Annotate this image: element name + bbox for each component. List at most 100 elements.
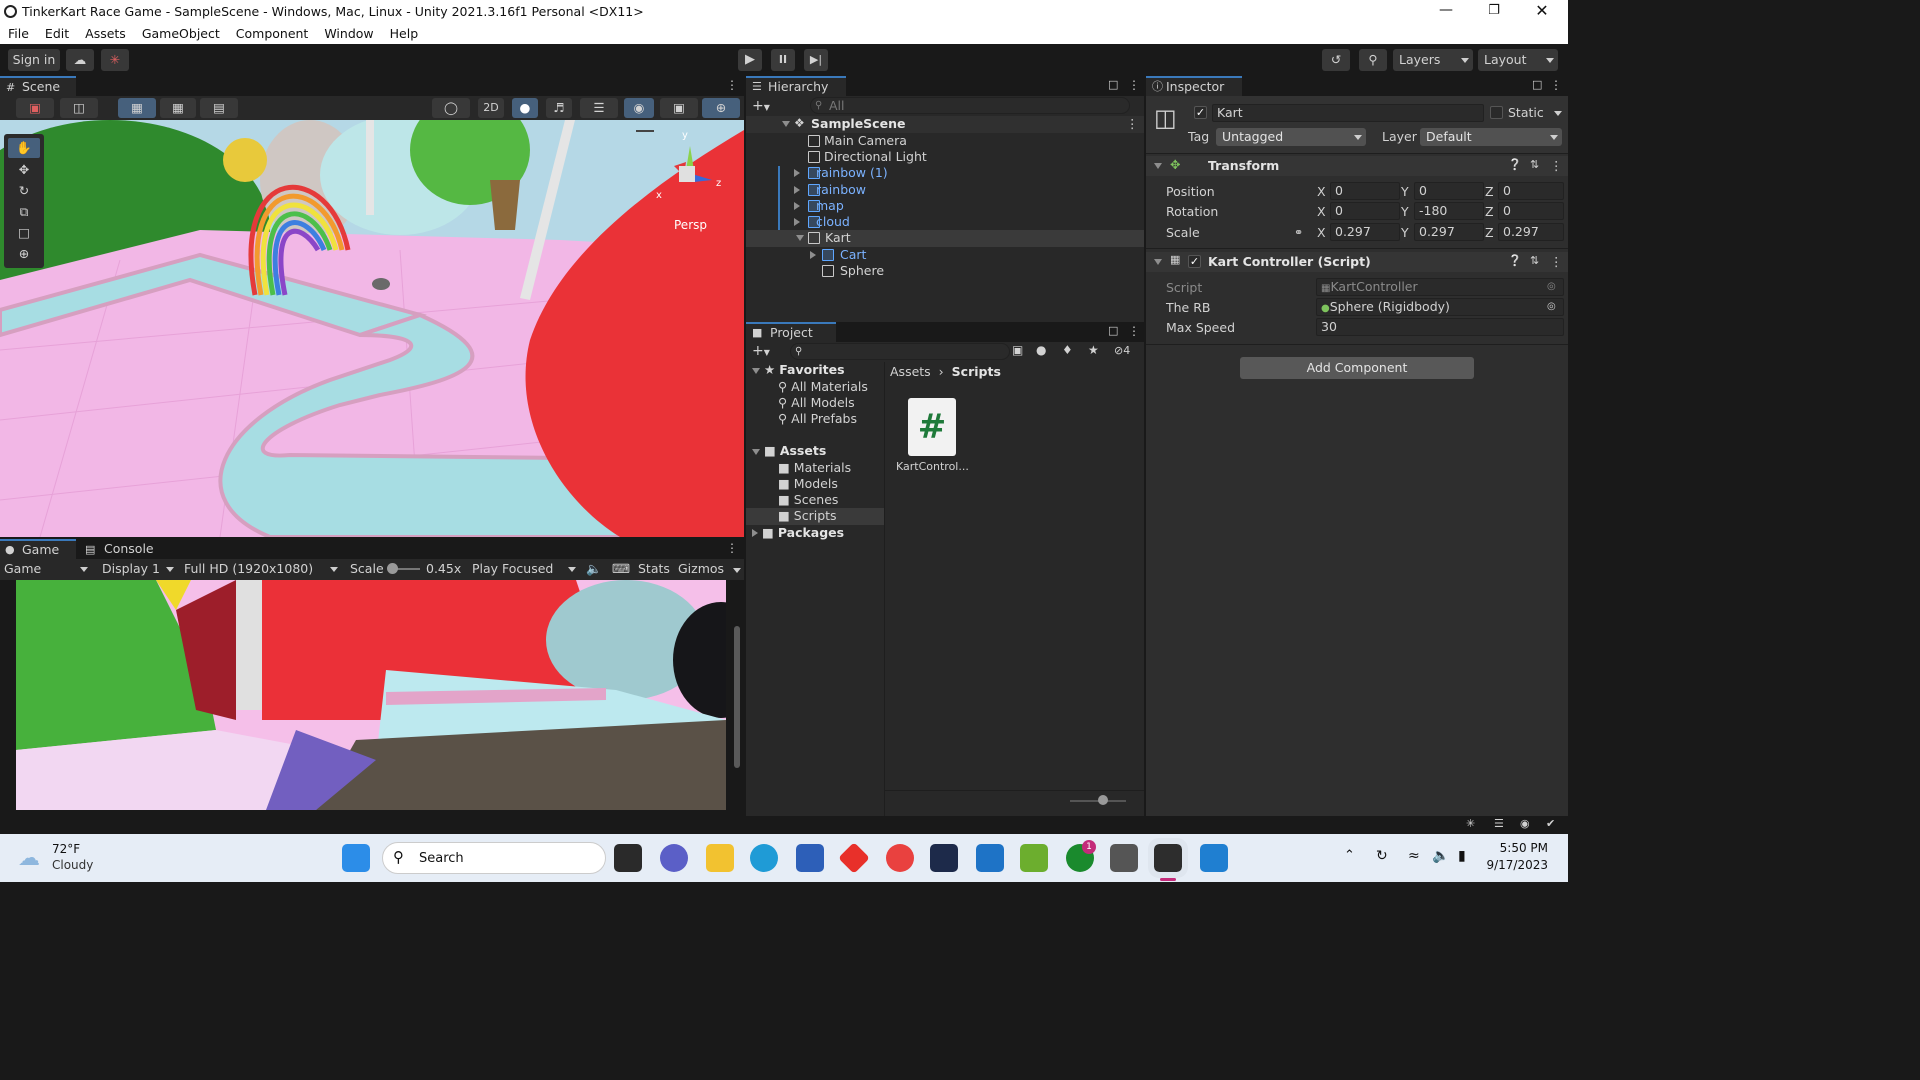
help-icon[interactable]: ❔ [1508, 158, 1522, 171]
hand-tool-icon[interactable]: ✋ [8, 138, 40, 158]
unity-editor-icon[interactable] [1148, 838, 1188, 878]
network-icon[interactable]: ◉ [1520, 817, 1530, 830]
game-view-dropdown[interactable]: Game [4, 561, 90, 577]
max-speed-field[interactable]: 30 [1316, 318, 1564, 336]
list-item[interactable]: ⚲ All Models [778, 395, 855, 411]
increment-snap-dropdown[interactable]: ▤ [200, 98, 238, 118]
menu-edit[interactable]: Edit [37, 24, 77, 41]
restore-button[interactable]: ❐ [1480, 3, 1508, 23]
berkeley-app-icon[interactable] [930, 844, 958, 872]
gameobject-name-input[interactable]: Kart [1212, 104, 1484, 122]
tab-hierarchy[interactable]: ☰ Hierarchy [746, 76, 846, 96]
list-item[interactable]: ■ Materials [778, 460, 851, 476]
static-checkbox[interactable] [1490, 106, 1503, 119]
kart-controller-header[interactable]: ▦ ✓ Kart Controller (Script) ❔ ⇅ ⋮ [1146, 252, 1568, 272]
menu-help[interactable]: Help [382, 24, 427, 41]
axis-x-label[interactable]: X [1317, 225, 1326, 241]
stats-button[interactable]: Stats [638, 561, 670, 577]
list-item[interactable]: rainbow (1) [794, 165, 888, 181]
axis-z-label[interactable]: Z [1485, 184, 1494, 200]
keyboard-icon[interactable]: ⌨ [612, 561, 630, 577]
cache-icon[interactable]: ☰ [1494, 817, 1504, 830]
check-icon[interactable]: ✔ [1546, 817, 1555, 830]
collab-icon[interactable]: ✳ [101, 49, 129, 71]
effects-dropdown[interactable]: ☰ [580, 98, 618, 118]
clock-time[interactable]: 5:50 PM [1486, 841, 1548, 855]
gizmos-dropdown[interactable]: ⊕ [702, 98, 740, 118]
volume-icon[interactable]: 🔈 [1432, 848, 1449, 864]
menu-component[interactable]: Component [228, 24, 317, 41]
position-z-field[interactable]: 0 [1498, 182, 1564, 200]
more-options-icon[interactable]: ⋮ [1126, 116, 1139, 131]
transform-header[interactable]: ✥ Transform ❔ ⇅ ⋮ [1146, 156, 1568, 176]
list-item[interactable]: ⚲ All Prefabs [778, 411, 857, 427]
file-explorer-icon[interactable] [706, 844, 734, 872]
object-picker-icon[interactable]: ◎ [1547, 299, 1556, 315]
battery-icon[interactable]: ▮ [1458, 848, 1466, 864]
game-viewport[interactable] [16, 580, 726, 810]
axis-y-label[interactable]: Y [1401, 225, 1409, 241]
selected-row[interactable]: Kart [746, 230, 1144, 247]
list-item[interactable]: Main Camera [806, 133, 907, 149]
list-item[interactable]: ■ Scenes [778, 492, 838, 508]
lock-icon[interactable]: □ [1108, 324, 1118, 337]
chevron-down-icon[interactable] [752, 449, 760, 455]
tab-game[interactable]: ● Game [0, 539, 76, 559]
search-icon[interactable]: ⚲ [1359, 49, 1387, 71]
tree-divider[interactable] [884, 362, 885, 816]
display-dropdown[interactable]: Display 1 [102, 561, 176, 577]
component-enabled-checkbox[interactable]: ✓ [1188, 255, 1201, 268]
rotation-x-field[interactable]: 0 [1330, 202, 1400, 220]
clock-date[interactable]: 9/17/2023 [1476, 858, 1548, 872]
windows-start-icon[interactable] [342, 844, 370, 872]
lock-icon[interactable]: □ [1108, 78, 1118, 91]
axis-y-label[interactable]: Y [1401, 204, 1409, 220]
mute-audio-icon[interactable]: 🔈 [586, 561, 602, 577]
orientation-gizmo[interactable]: y x z Persp [652, 128, 732, 232]
resolution-dropdown[interactable]: Full HD (1920x1080) [184, 561, 338, 577]
layer-dropdown[interactable]: Default [1420, 128, 1562, 146]
weather-desc[interactable]: Cloudy [52, 858, 93, 872]
step-button[interactable]: ▶| [804, 49, 828, 71]
more-options-icon[interactable]: ⋮ [1128, 78, 1140, 92]
create-asset-button[interactable]: +▼ [752, 343, 770, 359]
play-mode-dropdown[interactable]: Play Focused [472, 561, 578, 577]
transform-tool-icon[interactable]: ⊕ [8, 244, 40, 264]
scene-row[interactable]: ❖ SampleScene ⋮ [746, 116, 1144, 133]
search-by-type-icon[interactable]: ▣ [1012, 343, 1023, 357]
wifi-icon[interactable]: ≈ [1408, 848, 1420, 864]
view-cube-dropdown[interactable]: ◫ [60, 98, 98, 118]
chevron-down-icon[interactable] [782, 121, 790, 127]
chevron-down-icon[interactable] [752, 368, 760, 374]
preset-icon[interactable]: ⇅ [1530, 254, 1539, 267]
hidden-count[interactable]: ⊘4 [1114, 344, 1130, 357]
list-item[interactable]: ⚲ All Materials [778, 379, 868, 395]
scale-slider[interactable] [386, 563, 420, 574]
draw-mode-dropdown[interactable]: ▣ [16, 98, 54, 118]
pause-button[interactable]: II [771, 49, 795, 71]
breadcrumb-current[interactable]: Scripts [952, 364, 1001, 379]
weather-temp[interactable]: 72°F [52, 842, 80, 856]
more-options-icon[interactable]: ⋮ [726, 78, 738, 92]
history-icon[interactable]: ↺ [1322, 49, 1350, 71]
snip-icon[interactable] [886, 844, 914, 872]
grid-snap-dropdown[interactable]: ▦ [118, 98, 156, 118]
list-item[interactable]: cloud [794, 214, 850, 230]
unity-hub-icon[interactable] [1110, 844, 1138, 872]
list-item[interactable]: rainbow [794, 182, 866, 198]
list-item[interactable]: ■ Models [778, 476, 838, 492]
menu-gameobject[interactable]: GameObject [134, 24, 228, 41]
axis-y-label[interactable]: Y [1401, 184, 1409, 200]
vscode-icon[interactable] [1200, 844, 1228, 872]
scale-slider-knob[interactable] [386, 563, 398, 574]
store-icon[interactable] [796, 844, 824, 872]
more-options-icon[interactable]: ⋮ [1550, 158, 1563, 173]
edge-icon[interactable] [750, 844, 778, 872]
tab-console[interactable]: ▤ Console [80, 539, 160, 559]
taskbar-search[interactable]: ⚲ Search [382, 842, 606, 874]
outlook-icon[interactable] [976, 844, 1004, 872]
tag-dropdown[interactable]: Untagged [1216, 128, 1366, 146]
scale-y-field[interactable]: 0.297 [1414, 223, 1484, 241]
grid-dropdown[interactable]: ▦ [160, 98, 196, 118]
position-y-field[interactable]: 0 [1414, 182, 1484, 200]
